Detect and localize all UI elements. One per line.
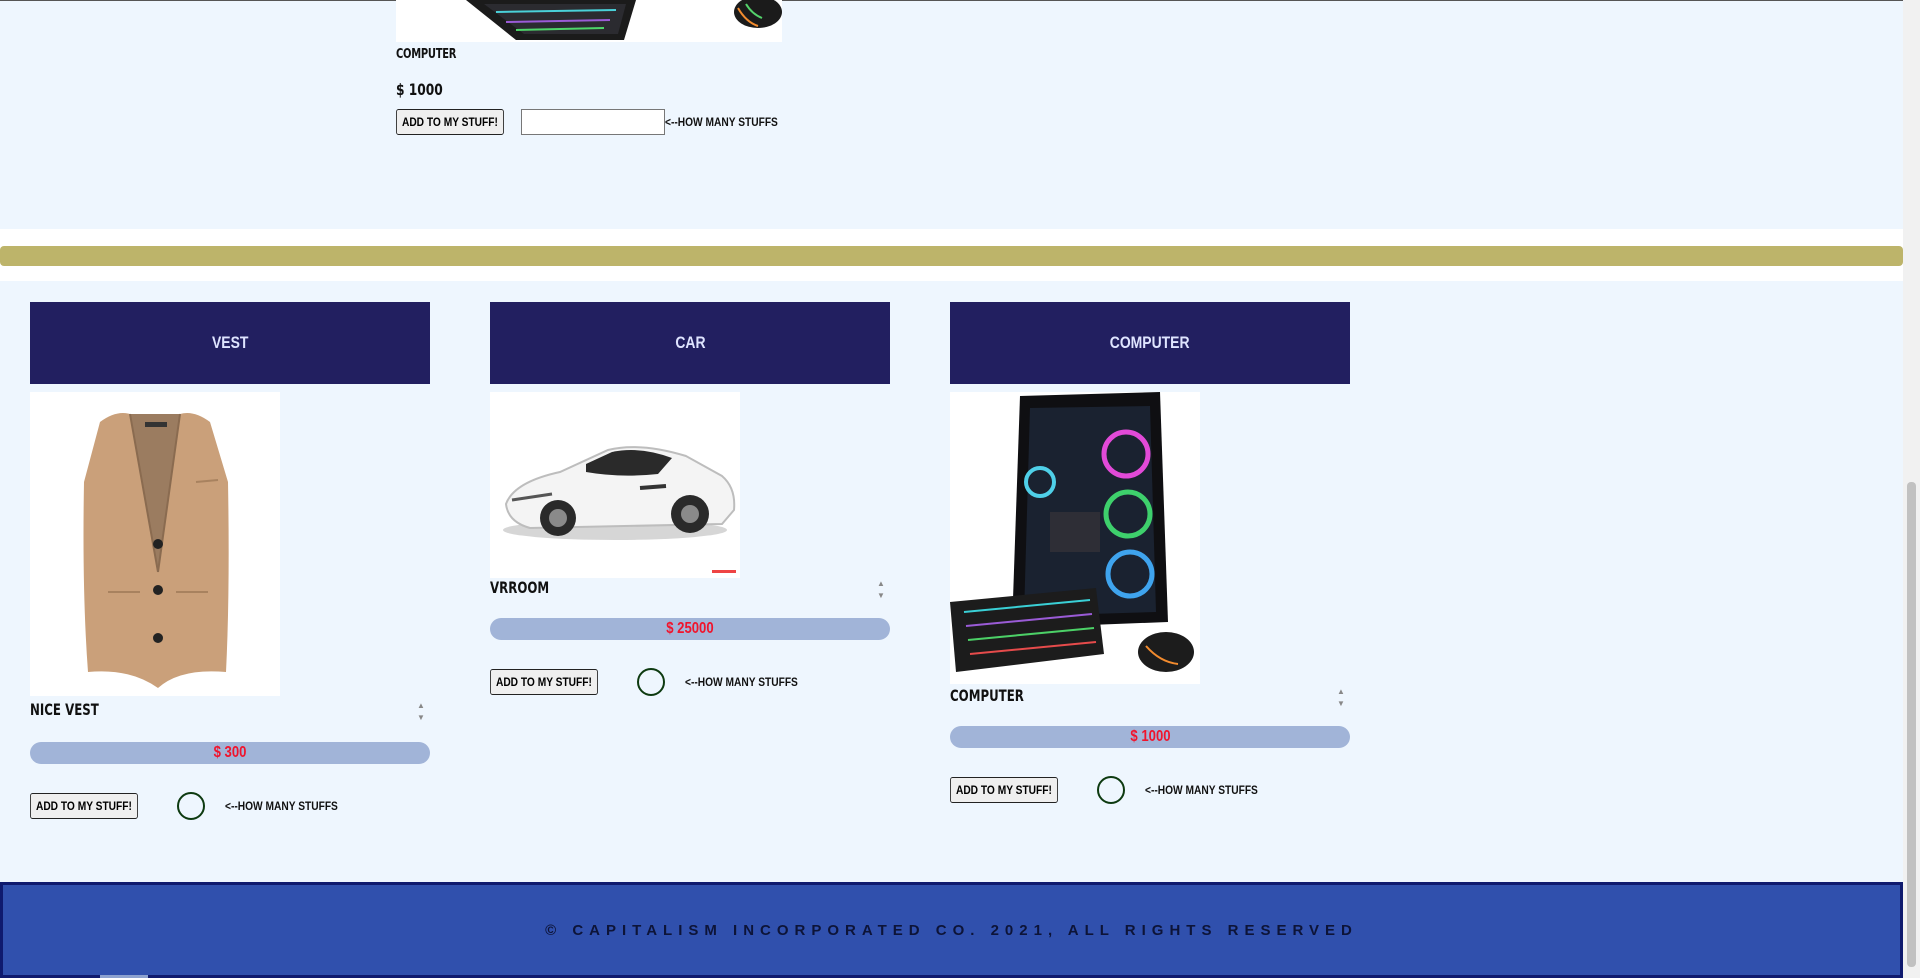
card-header: CAR [490,302,890,384]
quantity-input[interactable] [636,668,665,696]
quantity-hint: <--HOW MANY STUFFS [684,675,798,689]
top-product-image [396,0,782,42]
divider-gold-bar [0,246,1903,266]
card-header: COMPUTER [950,302,1350,384]
product-card-car: CAR VRROOM ▲ ▼ $ 25000 ADD TO MY STUFF! <… [490,302,890,696]
quantity-hint: <--HOW MANY STUFFS [1144,783,1258,797]
add-to-stuff-button[interactable]: ADD TO MY STUFF! [30,793,138,819]
vest-image [30,392,280,696]
footer: © CAPITALISM INCORPORATED CO. 2021, ALL … [0,882,1903,978]
product-name: VRROOM [490,578,550,597]
product-name: COMPUTER [950,686,1024,705]
buy-row: ADD TO MY STUFF! <--HOW MANY STUFFS [30,792,430,820]
top-product-name: COMPUTER [396,47,457,62]
computer-image [950,392,1200,684]
price-value: $ 25000 [666,620,714,637]
product-card-computer: COMPUTER COMPUTER ▲ ▼ $ 1000 ADD TO MY ST… [950,302,1350,804]
price-bar: $ 25000 [490,618,890,640]
card-header: VEST [30,302,430,384]
top-product-buy-row: ADD TO MY STUFF! <--HOW MANY STUFFS [396,109,796,135]
add-to-stuff-button[interactable]: ADD TO MY STUFF! [490,669,598,695]
scrollbar-thumb[interactable] [1907,482,1916,967]
car-image [490,392,740,578]
buy-row: ADD TO MY STUFF! <--HOW MANY STUFFS [950,776,1350,804]
product-name-row: VRROOM ▲ ▼ [490,578,890,612]
top-product-price: $ 1000 [396,80,443,99]
product-name-row: NICE VEST ▲ ▼ [30,700,430,736]
top-add-to-stuff-button[interactable]: ADD TO MY STUFF! [396,109,504,135]
footer-copyright: © CAPITALISM INCORPORATED CO. 2021, ALL … [545,921,1358,939]
vertical-scrollbar[interactable] [1903,0,1920,978]
product-name-row: COMPUTER ▲ ▼ [950,686,1350,720]
top-border [0,0,1903,1]
quantity-input[interactable] [176,792,205,820]
add-to-stuff-button[interactable]: ADD TO MY STUFF! [950,777,1058,803]
product-card-vest: VEST NICE VEST ▲ ▼ $ 300 ADD TO MY STUFF!… [30,302,430,820]
price-value: $ 1000 [1129,728,1171,745]
quantity-spinner-icon[interactable]: ▲ ▼ [414,700,428,726]
buy-row: ADD TO MY STUFF! <--HOW MANY STUFFS [490,668,890,696]
price-bar: $ 1000 [950,726,1350,748]
top-product: COMPUTER $ 1000 ADD TO MY STUFF! <--HOW … [396,0,796,135]
top-quantity-hint: <--HOW MANY STUFFS [664,115,778,129]
quantity-spinner-icon[interactable]: ▲ ▼ [874,578,888,604]
quantity-input[interactable] [1096,776,1125,804]
product-name: NICE VEST [30,700,99,719]
quantity-spinner-icon[interactable]: ▲ ▼ [1334,686,1348,712]
quantity-hint: <--HOW MANY STUFFS [224,799,338,813]
price-bar: $ 300 [30,742,430,764]
top-quantity-input[interactable] [520,109,665,135]
price-value: $ 300 [213,744,247,761]
